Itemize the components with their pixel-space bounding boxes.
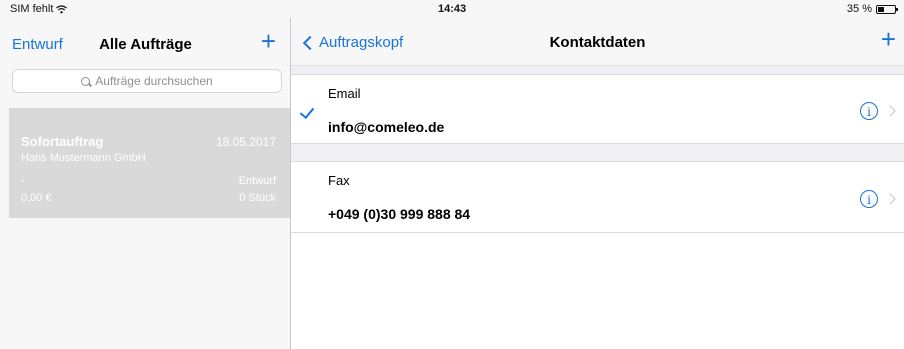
add-order-button[interactable]: + <box>261 28 276 54</box>
info-icon[interactable]: i <box>860 190 878 208</box>
empty-area <box>291 233 904 349</box>
right-navigation-bar: Auftragskopf Kontaktdaten + <box>291 18 904 66</box>
status-bar: SIM fehlt 14:43 35 % <box>0 0 904 18</box>
order-placeholder-dash: - <box>21 175 25 187</box>
section-spacer <box>291 144 904 161</box>
order-date: 18.05.2017 <box>215 135 276 149</box>
section-spacer <box>291 66 904 74</box>
contact-label: Fax <box>328 173 350 188</box>
contact-label: Email <box>328 86 361 101</box>
clock: 14:43 <box>438 3 467 15</box>
order-company: Hans Mustermann GmbH <box>21 152 146 164</box>
order-quantity: 0 Stück <box>239 192 276 204</box>
carrier-status: SIM fehlt <box>10 3 68 15</box>
battery-percentage: 35 % <box>846 3 872 15</box>
wifi-icon <box>56 4 68 13</box>
contact-detail-pane: Auftragskopf Kontaktdaten + Email info@c… <box>291 18 904 349</box>
contact-value: +049 (0)30 999 888 84 <box>328 206 471 222</box>
contact-row-email[interactable]: Email info@comeleo.de i <box>291 74 904 144</box>
orders-sidebar: Entwurf Alle Aufträge + Aufträge durchsu… <box>0 18 291 349</box>
info-icon[interactable]: i <box>860 102 878 120</box>
left-navigation-bar: Entwurf Alle Aufträge + <box>0 18 290 62</box>
chevron-right-icon <box>884 193 896 205</box>
order-list-item[interactable]: Sofortauftrag 18.05.2017 Hans Mustermann… <box>9 108 290 218</box>
contact-value: info@comeleo.de <box>328 119 445 135</box>
contact-data-title: Kontaktdaten <box>549 34 646 51</box>
order-name: Sofortauftrag <box>21 134 104 149</box>
search-input[interactable]: Aufträge durchsuchen <box>12 69 282 93</box>
battery-icon <box>876 4 898 14</box>
search-icon <box>81 76 91 86</box>
battery-status: 35 % <box>846 3 898 15</box>
order-status: Entwurf <box>238 175 276 187</box>
checkmark-icon <box>299 103 315 120</box>
add-contact-button[interactable]: + <box>881 26 896 52</box>
contact-row-fax[interactable]: Fax +049 (0)30 999 888 84 i <box>291 161 904 233</box>
carrier-label: SIM fehlt <box>10 3 54 15</box>
battery-level <box>878 6 884 12</box>
orders-title: Alle Aufträge <box>99 36 192 53</box>
order-price: 0,00 € <box>21 192 52 204</box>
search-placeholder: Aufträge durchsuchen <box>95 74 213 88</box>
chevron-right-icon <box>884 105 896 117</box>
